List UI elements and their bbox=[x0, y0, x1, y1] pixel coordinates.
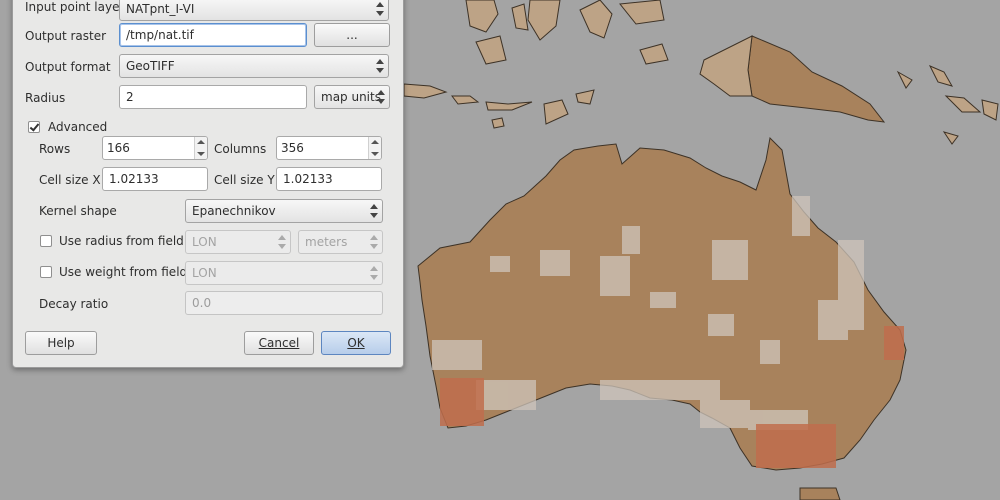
columns-spinbox[interactable]: 356 bbox=[276, 136, 382, 160]
cancel-button[interactable]: Cancel bbox=[244, 331, 314, 355]
output-format-label: Output format bbox=[25, 60, 111, 74]
browse-button[interactable]: ... bbox=[314, 23, 390, 47]
ok-button[interactable]: OK bbox=[321, 331, 391, 355]
tasmania-landmass bbox=[799, 487, 841, 500]
use-weight-from-field-checkbox[interactable] bbox=[40, 266, 52, 278]
combo-arrows-icon bbox=[278, 235, 286, 249]
columns-label: Columns bbox=[214, 142, 267, 156]
cell-size-y-label: Cell size Y bbox=[214, 173, 275, 187]
spin-arrows-icon[interactable] bbox=[368, 137, 381, 159]
use-radius-from-field-label: Use radius from field bbox=[59, 234, 184, 248]
radius-units-combo[interactable]: map units bbox=[314, 85, 390, 109]
input-point-layer-value: NATpnt_I-VI bbox=[126, 2, 195, 16]
radius-field-value: LON bbox=[192, 235, 217, 249]
weight-field-combo[interactable]: LON bbox=[185, 261, 383, 285]
output-format-value: GeoTIFF bbox=[126, 59, 175, 73]
output-format-combo[interactable]: GeoTIFF bbox=[119, 54, 389, 78]
cell-size-y-input[interactable]: 1.02133 bbox=[276, 167, 382, 191]
kernel-shape-label: Kernel shape bbox=[39, 204, 117, 218]
radius-input[interactable]: 2 bbox=[119, 85, 307, 109]
advanced-checkbox[interactable] bbox=[28, 121, 40, 133]
combo-arrows-icon bbox=[370, 266, 378, 280]
columns-value: 356 bbox=[281, 141, 304, 155]
rows-spinbox[interactable]: 166 bbox=[102, 136, 208, 160]
radius-field-combo[interactable]: LON bbox=[185, 230, 291, 254]
radius-label: Radius bbox=[25, 91, 66, 105]
combo-arrows-icon bbox=[376, 59, 384, 73]
use-weight-from-field-label: Use weight from field bbox=[59, 265, 188, 279]
advanced-label: Advanced bbox=[48, 120, 108, 134]
radius-field-units-value: meters bbox=[305, 235, 348, 249]
decay-ratio-label: Decay ratio bbox=[39, 297, 109, 311]
radius-units-value: map units bbox=[321, 90, 381, 104]
rows-label: Rows bbox=[39, 142, 71, 156]
output-raster-input[interactable]: /tmp/nat.tif bbox=[119, 23, 307, 47]
combo-arrows-icon bbox=[370, 204, 378, 218]
input-point-layer-label: Input point layer bbox=[25, 0, 125, 14]
heatmap-dialog: Input point layer NATpnt_I-VI Output ras… bbox=[12, 0, 404, 368]
input-point-layer-combo[interactable]: NATpnt_I-VI bbox=[119, 0, 389, 21]
spin-arrows-icon[interactable] bbox=[194, 137, 207, 159]
cell-size-x-input[interactable]: 1.02133 bbox=[102, 167, 208, 191]
kernel-shape-combo[interactable]: Epanechnikov bbox=[185, 199, 383, 223]
radius-field-units-combo[interactable]: meters bbox=[298, 230, 383, 254]
weight-field-value: LON bbox=[192, 266, 217, 280]
decay-ratio-input[interactable]: 0.0 bbox=[185, 291, 383, 315]
kernel-shape-value: Epanechnikov bbox=[192, 204, 276, 218]
output-raster-label: Output raster bbox=[25, 29, 107, 43]
combo-arrows-icon bbox=[377, 90, 385, 104]
combo-arrows-icon bbox=[376, 2, 384, 16]
help-button[interactable]: Help bbox=[25, 331, 97, 355]
cell-size-x-label: Cell size X bbox=[39, 173, 101, 187]
use-radius-from-field-checkbox[interactable] bbox=[40, 235, 52, 247]
rows-value: 166 bbox=[107, 141, 130, 155]
combo-arrows-icon bbox=[370, 235, 378, 249]
